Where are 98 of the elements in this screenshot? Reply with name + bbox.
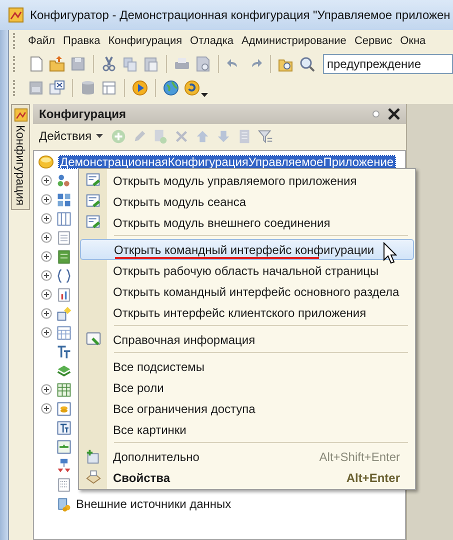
scissors-icon[interactable] <box>100 55 118 73</box>
paste-icon[interactable] <box>142 55 160 73</box>
window-close-icon[interactable] <box>48 79 66 97</box>
menu-item[interactable]: Все подсистемы <box>80 356 414 377</box>
menu-item-label: Открыть рабочую область начальной страницы <box>113 264 379 278</box>
tree-node-icon <box>56 306 72 322</box>
app-icon <box>8 7 24 23</box>
menu-item-label: Все ограничения доступа <box>113 402 256 416</box>
menu-item-label: Открыть командный интерфейс конфигурации <box>114 242 374 256</box>
shortcut-label: Alt+Shift+Enter <box>319 450 400 464</box>
menu-item[interactable]: Файл <box>24 35 60 47</box>
tree-node-icon <box>56 172 72 188</box>
save-icon[interactable] <box>69 55 87 73</box>
expand-icon[interactable] <box>41 403 52 414</box>
tree-node-icon <box>56 210 72 226</box>
menu-item[interactable]: Открыть модуль внешнего соединения <box>80 212 414 233</box>
tree-item[interactable]: Внешние источники данных <box>76 496 232 510</box>
tree-node-icon <box>56 344 72 360</box>
tree-node-icon <box>56 496 72 512</box>
menu-item-icon <box>85 214 102 231</box>
menu-item[interactable]: Открыть модуль управляемого приложения <box>80 170 414 191</box>
menu-item[interactable]: Свойства Alt+Enter <box>80 467 414 488</box>
expand-icon[interactable] <box>41 327 52 338</box>
tree-node-icon <box>56 400 72 416</box>
expand-icon[interactable] <box>41 289 52 300</box>
menu-item-label: Открыть интерфейс клиентского приложения <box>113 306 366 320</box>
tree-node-icon <box>56 268 72 284</box>
menu-item-label: Все роли <box>113 380 164 394</box>
expand-icon[interactable] <box>41 175 52 186</box>
play-icon[interactable] <box>131 79 149 97</box>
tree-node-icon <box>56 438 72 454</box>
menu-item-label: Открыть модуль внешнего соединения <box>113 216 330 230</box>
menu-item[interactable]: Правка <box>59 35 104 47</box>
database-icon[interactable] <box>79 79 97 97</box>
menu-item[interactable]: Сервис <box>350 35 396 47</box>
expand-icon[interactable] <box>41 251 52 262</box>
configuration-root-icon <box>38 154 54 170</box>
menu-item[interactable]: Администрирование <box>238 35 350 47</box>
menu-item-icon <box>85 469 102 486</box>
tree-node-icon <box>56 248 72 264</box>
menu-item-icon <box>85 172 102 189</box>
search-icon[interactable] <box>298 55 316 73</box>
tree-node-icon <box>56 230 72 246</box>
menu-item[interactable]: Открыть интерфейс клиентского приложения <box>80 302 414 323</box>
table-icon[interactable] <box>100 79 118 97</box>
menu-item[interactable]: Все ограничения доступа <box>80 398 414 419</box>
menu-item[interactable]: Справочная информация <box>80 329 414 350</box>
menu-item[interactable]: Конфигурация <box>104 35 186 47</box>
tree-node-icon <box>56 192 72 208</box>
globe-icon[interactable] <box>162 79 180 97</box>
expand-icon[interactable] <box>41 384 52 395</box>
pin-icon[interactable] <box>372 110 380 118</box>
expand-icon[interactable] <box>41 232 52 243</box>
menu-item[interactable]: Открыть рабочую область начальной страницы <box>80 260 414 281</box>
menu-item-label: Открыть командный интерфейс основного раздела <box>113 284 400 298</box>
side-tab[interactable]: Конфигурация <box>11 104 30 210</box>
menu-item-icon <box>85 331 102 348</box>
menu-item-label: Открыть модуль управляемого приложения <box>113 174 357 188</box>
tree-item[interactable]: ДемонстрационнаяКонфигурацияУправляемоеПриложение <box>58 154 396 168</box>
menu-item[interactable]: Окна <box>396 35 430 47</box>
menu-item[interactable]: Дополнительно Alt+Shift+Enter <box>80 446 414 467</box>
expand-icon[interactable] <box>41 308 52 319</box>
tree-node-icon <box>56 286 72 302</box>
menu-item-label: Все картинки <box>113 422 186 436</box>
tree-node-icon <box>56 476 72 492</box>
menu-item-label: Открыть модуль сеанса <box>113 194 246 208</box>
menu-item-label: Дополнительно <box>113 450 200 464</box>
filter-icon[interactable] <box>256 128 274 144</box>
expand-icon[interactable] <box>41 194 52 205</box>
menu-item-icon <box>85 193 102 210</box>
close-icon[interactable] <box>388 108 400 120</box>
window-title: Конфигуратор - Демонстрационная конфигурация "Управляемое приложен <box>30 8 450 22</box>
refresh-icon[interactable] <box>183 79 201 97</box>
menu-item-label: Справочная информация <box>113 332 256 346</box>
caret-icon[interactable] <box>201 93 208 97</box>
menu-item[interactable]: Все картинки <box>80 419 414 440</box>
folder-icon[interactable] <box>48 55 66 73</box>
actions-button[interactable]: Действия <box>36 129 106 143</box>
shortcut-label: Alt+Enter <box>346 470 400 484</box>
caret-icon <box>96 134 103 138</box>
tree-node-icon <box>56 382 72 398</box>
search-field[interactable]: предупреждение <box>323 54 453 74</box>
menu-item[interactable]: Все роли <box>80 377 414 398</box>
tree-node-icon <box>56 420 72 436</box>
expand-icon[interactable] <box>41 270 52 281</box>
menu-item[interactable]: Отладка <box>186 35 238 47</box>
menu-item-label: Свойства <box>113 470 170 484</box>
print-preview-icon[interactable] <box>194 55 212 73</box>
configuration-icon <box>14 108 28 122</box>
copy-icon[interactable] <box>121 55 139 73</box>
mouse-pointer-icon <box>383 242 397 264</box>
menu-item[interactable]: Открыть модуль сеанса <box>80 191 414 212</box>
menu-item-label: Все подсистемы <box>113 360 205 374</box>
panel-title: Конфигурация <box>39 107 128 121</box>
expand-icon[interactable] <box>41 213 52 224</box>
menu-item[interactable]: Открыть командный интерфейс основного раздела <box>80 281 414 302</box>
tree-node-icon <box>56 324 72 340</box>
tree-node-icon <box>56 458 72 474</box>
